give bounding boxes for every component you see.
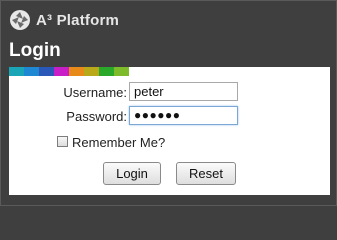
login-button[interactable]: Login: [103, 162, 161, 185]
username-label: Username:: [63, 85, 127, 100]
accent-color-strip: [9, 67, 129, 76]
accent-swatch: [114, 67, 129, 76]
page-title: Login: [9, 40, 61, 61]
accent-swatch: [99, 67, 114, 76]
accent-swatch: [69, 67, 84, 76]
password-field[interactable]: ●●●●●●: [129, 106, 238, 125]
accent-swatch: [84, 67, 99, 76]
accent-swatch: [54, 67, 69, 76]
remember-me-label: Remember Me?: [72, 135, 166, 150]
aperture-logo-icon: [10, 10, 30, 30]
login-window: A³ Platform Login Username: peter Passwo…: [0, 0, 337, 206]
login-panel: Username: peter Password: ●●●●●● Remembe…: [9, 67, 330, 195]
password-label: Password:: [66, 109, 127, 124]
reset-button[interactable]: Reset: [176, 162, 236, 185]
accent-swatch: [9, 67, 24, 76]
accent-swatch: [24, 67, 39, 76]
accent-swatch: [39, 67, 54, 76]
brand: A³ Platform: [10, 9, 119, 31]
brand-name: A³ Platform: [36, 11, 120, 29]
username-field[interactable]: peter: [129, 82, 238, 101]
remember-me-checkbox[interactable]: [57, 136, 68, 147]
